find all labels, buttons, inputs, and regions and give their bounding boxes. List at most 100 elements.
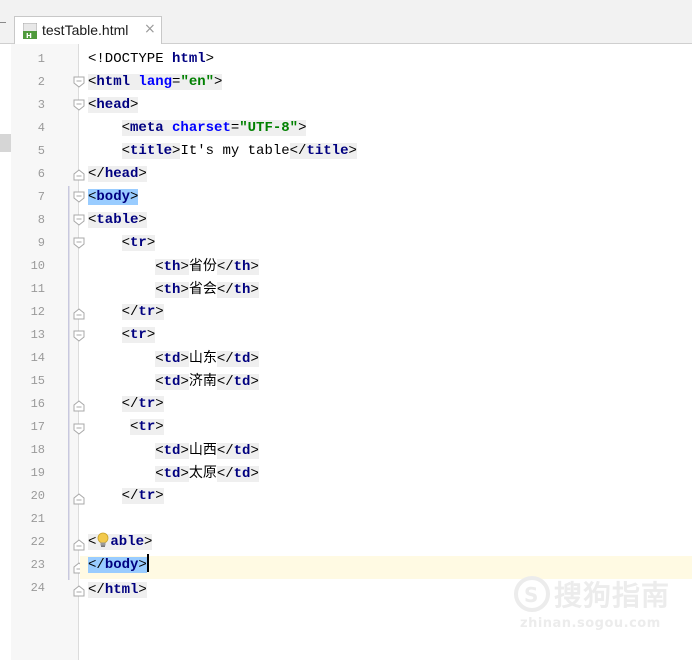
code-line-15[interactable]: <td>济南</td>	[88, 370, 259, 393]
cell-text: 济南	[188, 373, 217, 389]
line-number: 1	[37, 52, 45, 66]
cell-text: 省份	[188, 258, 217, 274]
title-text: It's my table	[180, 143, 290, 159]
line-number: 7	[37, 190, 45, 204]
line-number: 3	[37, 98, 45, 112]
line-number: 15	[30, 374, 45, 388]
code-line-4[interactable]: <meta charset="UTF-8">	[88, 117, 307, 140]
cell-text: 太原	[188, 465, 217, 481]
code-line-18[interactable]: <td>山西</td>	[88, 439, 259, 462]
line-number: 23	[30, 558, 45, 572]
line-number: 2	[37, 75, 45, 89]
doctype-close: >	[205, 51, 215, 67]
code-line-19[interactable]: <td>太原</td>	[88, 462, 259, 485]
intention-bulb-icon[interactable]	[96, 532, 110, 548]
code-line-23[interactable]: </body>	[88, 554, 149, 577]
code-line-20[interactable]: </tr>	[88, 485, 164, 508]
line-number: 20	[30, 489, 45, 503]
line-number: 19	[30, 466, 45, 480]
line-number: 18	[30, 443, 45, 457]
code-line-16[interactable]: </tr>	[88, 393, 164, 416]
code-line-9[interactable]: <tr>	[88, 232, 156, 255]
tag-name: th	[233, 259, 251, 275]
tag-name: tr	[138, 304, 156, 320]
tag-name: td	[163, 351, 181, 367]
line-number: 11	[30, 282, 45, 296]
code-line-22[interactable]: < able>	[88, 531, 153, 554]
code-line-13[interactable]: <tr>	[88, 324, 156, 347]
sogou-logo-icon: S	[514, 576, 550, 612]
code-line-7[interactable]: <body>	[88, 186, 139, 209]
line-number: 17	[30, 420, 45, 434]
code-line-2[interactable]: <html lang="en">	[88, 71, 223, 94]
tag-name: head	[104, 166, 139, 182]
watermark: S 搜狗指南 zhinan.sogou.com	[512, 572, 682, 638]
tool-window-marker[interactable]	[0, 134, 11, 152]
line-number: 21	[30, 512, 45, 526]
tag-name: body	[104, 557, 139, 573]
text-cursor	[146, 554, 149, 572]
tag-name: tr	[130, 235, 147, 251]
tag-name: html	[96, 74, 131, 90]
attr-name: charset	[172, 120, 231, 136]
code-line-14[interactable]: <td>山东</td>	[88, 347, 259, 370]
line-number: 13	[30, 328, 45, 342]
code-line-3[interactable]: <head>	[88, 94, 139, 117]
close-icon[interactable]: ×	[144, 21, 156, 37]
tab-testtable[interactable]: H testTable.html ×	[14, 16, 162, 44]
line-number: 5	[37, 144, 45, 158]
attr-value: "UTF-8"	[239, 120, 299, 136]
tag-name: td	[233, 351, 251, 367]
code-line-1[interactable]: <!DOCTYPE html>	[88, 48, 214, 71]
tag-name: tr	[138, 396, 156, 412]
tag-name: title	[306, 143, 349, 159]
attr-name: lang	[138, 74, 173, 90]
line-number: 22	[30, 535, 45, 549]
line-number: 4	[37, 121, 45, 135]
tag-name: table	[96, 212, 139, 228]
tag-name: th	[233, 282, 251, 298]
svg-text:S: S	[524, 583, 538, 607]
tab-title: testTable.html	[42, 22, 129, 38]
line-number: 9	[37, 236, 45, 250]
code-line-11[interactable]: <th>省会</th>	[88, 278, 259, 301]
code-line-6[interactable]: </head>	[88, 163, 147, 186]
cell-text: 山东	[188, 350, 217, 366]
line-number: 12	[30, 305, 45, 319]
html-file-icon: H	[23, 23, 37, 39]
tag-name: tr	[138, 419, 156, 435]
watermark-brand: 搜狗指南	[554, 579, 671, 612]
tag-name: td	[233, 466, 251, 482]
line-number: 14	[30, 351, 45, 365]
line-number: 8	[37, 213, 45, 227]
svg-text:H: H	[26, 32, 32, 39]
code-line-17[interactable]: <tr>	[88, 416, 164, 439]
editor-tab-bar: H testTable.html ×	[0, 0, 692, 44]
tag-name: html	[104, 582, 139, 598]
tag-name: td	[233, 443, 251, 459]
tag-name: meta	[130, 120, 164, 136]
tag-name: td	[163, 374, 181, 390]
code-line-8[interactable]: <table>	[88, 209, 147, 232]
tag-name: th	[163, 259, 181, 275]
tag-name: th	[163, 282, 181, 298]
cell-text: 山西	[188, 442, 217, 458]
line-number-gutter: 1 2 3 4 5 6 7 8 9 10 11 12 13 14 15 16 1…	[11, 44, 79, 660]
code-line-24[interactable]: </html>	[88, 579, 147, 602]
line-number: 10	[30, 259, 45, 273]
tag-name: td	[163, 466, 181, 482]
tag-name: head	[96, 97, 131, 113]
tag-name: tr	[130, 327, 147, 343]
code-line-5[interactable]: <title>It's my table</title>	[88, 140, 357, 163]
code-line-12[interactable]: </tr>	[88, 301, 164, 324]
tag-name: td	[233, 374, 251, 390]
doctype-keyword: html	[172, 51, 206, 67]
tag-name: able	[110, 534, 145, 550]
code-line-10[interactable]: <th>省份</th>	[88, 255, 259, 278]
tag-name: td	[163, 443, 181, 459]
tag-name: tr	[138, 488, 156, 504]
tag-name: body	[96, 189, 131, 205]
tool-window-strip	[0, 44, 11, 660]
tab-scroll-marker	[0, 22, 6, 23]
cell-text: 省会	[188, 281, 217, 297]
